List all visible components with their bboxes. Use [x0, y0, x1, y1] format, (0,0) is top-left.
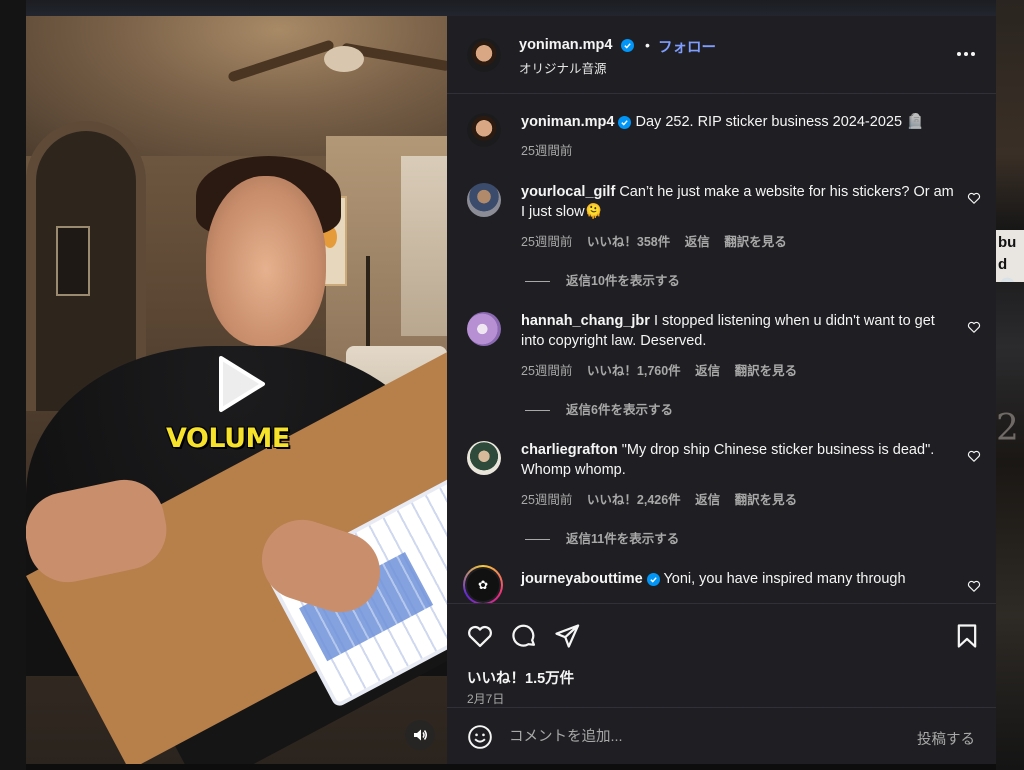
share-icon[interactable]: [553, 622, 581, 650]
play-button[interactable]: [209, 354, 269, 414]
replies-divider: [525, 539, 550, 541]
view-replies-label[interactable]: 返信6件を表示する: [566, 403, 673, 417]
comment-input[interactable]: [509, 722, 889, 752]
preview-text: bu d 💀: [996, 230, 1024, 282]
comment-meta: 25週間前 いいね！2,426件 返信 翻訳を見る: [521, 489, 808, 508]
caption-username[interactable]: yoniman.mp4: [521, 114, 614, 130]
comment-time: 25週間前: [521, 235, 573, 249]
comments-list[interactable]: yoniman.mp4 Day 252. RIP sticker busines…: [447, 95, 996, 603]
translate-button[interactable]: 翻訳を見る: [735, 364, 798, 378]
comment-time: 25週間前: [521, 364, 573, 378]
caption-body: Day 252. RIP sticker business 2024-2025 …: [635, 114, 925, 130]
volume-button[interactable]: [405, 720, 435, 750]
comment-likes[interactable]: いいね！2,426件: [587, 493, 681, 507]
next-post-preview[interactable]: bu d 💀 2: [996, 0, 1024, 770]
separator-dot: •: [645, 37, 650, 53]
view-replies-button[interactable]: 返信11件を表示する: [525, 528, 679, 547]
commenter-username[interactable]: hannah_chang_jbr: [521, 313, 650, 329]
translate-button[interactable]: 翻訳を見る: [735, 493, 798, 507]
post-header: yoniman.mp4 • フォロー オリジナル音源: [447, 16, 996, 94]
commenter-avatar[interactable]: [467, 312, 501, 346]
reply-button[interactable]: 返信: [695, 493, 720, 507]
video-player[interactable]: VOLUME: [26, 16, 447, 764]
comment-like-icon[interactable]: [967, 320, 981, 334]
commenter-username[interactable]: charliegrafton: [521, 442, 618, 458]
audio-label[interactable]: オリジナル音源: [519, 58, 607, 77]
comment-text: charliegrafton "My drop ship Chinese sti…: [521, 441, 961, 480]
caption-text: yoniman.mp4 Day 252. RIP sticker busines…: [521, 113, 961, 133]
video-frame-window: [401, 156, 447, 336]
reply-button[interactable]: 返信: [695, 364, 720, 378]
view-replies-label[interactable]: 返信10件を表示する: [566, 274, 680, 288]
comment-text: yourlocal_gilf Can’t he just make a webs…: [521, 183, 961, 222]
caption-time: 25週間前: [521, 144, 573, 158]
commenter-avatar[interactable]: [467, 183, 501, 217]
video-caption-overlay: VOLUME: [166, 423, 290, 454]
view-replies-button[interactable]: 返信10件を表示する: [525, 270, 680, 289]
author-username-link[interactable]: yoniman.mp4: [519, 37, 612, 53]
comment-time: 25週間前: [521, 493, 573, 507]
author-avatar[interactable]: [467, 38, 501, 72]
verified-icon: [620, 39, 634, 52]
post-actions-bar: [447, 603, 996, 713]
verified-icon: [646, 573, 660, 586]
comment-like-icon[interactable]: [967, 579, 981, 593]
comment-like-icon[interactable]: [967, 191, 981, 205]
comment-meta: 25週間前 いいね！1,760件 返信 翻訳を見る: [521, 360, 808, 379]
comment-text: journeyabouttime Yoni, you have inspired…: [521, 570, 961, 590]
author-username[interactable]: yoniman.mp4: [519, 37, 634, 53]
video-frame-person-face: [206, 176, 326, 346]
caption-avatar[interactable]: [467, 113, 501, 147]
reply-button[interactable]: 返信: [685, 235, 710, 249]
volume-icon: [414, 729, 427, 741]
comment-meta: 25週間前 いいね！358件 返信 翻訳を見る: [521, 231, 798, 250]
post-details-panel: yoniman.mp4 • フォロー オリジナル音源 yoniman.mp4 D…: [447, 16, 996, 764]
comment-like-icon[interactable]: [967, 449, 981, 463]
commenter-avatar-story-ring[interactable]: ✿: [463, 565, 503, 603]
emoji-icon[interactable]: [467, 724, 493, 750]
play-icon: [219, 356, 265, 412]
verified-icon: [618, 116, 632, 129]
comment-composer: 投稿する: [447, 707, 996, 764]
preview-number: 2: [996, 408, 1019, 449]
translate-button[interactable]: 翻訳を見る: [724, 235, 787, 249]
post-comment-button[interactable]: 投稿する: [917, 728, 975, 749]
post-like-count[interactable]: いいね！1.5万件: [467, 667, 574, 688]
commenter-avatar[interactable]: [467, 441, 501, 475]
comment-text: hannah_chang_jbr I stopped listening whe…: [521, 312, 961, 351]
video-frame-ceiling-fan: [226, 34, 447, 90]
follow-button[interactable]: フォロー: [658, 36, 716, 57]
replies-divider: [525, 410, 550, 412]
more-icon: [957, 52, 975, 56]
replies-divider: [525, 281, 550, 283]
more-options-button[interactable]: [952, 42, 980, 66]
commenter-username[interactable]: journeyabouttime: [521, 571, 643, 587]
commenter-username[interactable]: yourlocal_gilf: [521, 184, 615, 200]
post-date[interactable]: 2月7日: [467, 690, 504, 707]
heart-icon[interactable]: [466, 622, 494, 650]
comment-icon[interactable]: [510, 622, 538, 650]
bookmark-icon[interactable]: [953, 622, 981, 650]
comment-likes[interactable]: いいね！358件: [587, 235, 670, 249]
comment-likes[interactable]: いいね！1,760件: [587, 364, 681, 378]
view-replies-button[interactable]: 返信6件を表示する: [525, 399, 673, 418]
view-replies-label[interactable]: 返信11件を表示する: [566, 532, 679, 546]
video-frame-door: [56, 226, 90, 296]
comment-body: Yoni, you have inspired many through: [663, 571, 906, 587]
flower-icon: ✿: [467, 569, 499, 601]
